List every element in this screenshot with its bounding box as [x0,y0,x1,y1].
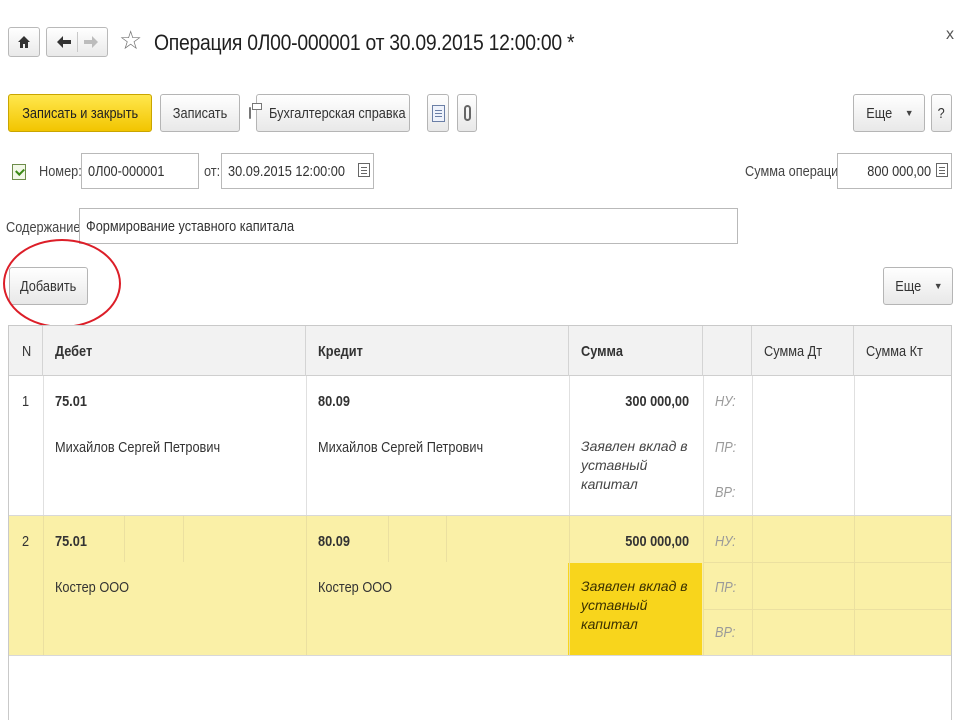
credit-subconto: Костер ООО [318,579,393,596]
arrow-left-icon[interactable] [56,36,71,48]
date-label: от: [204,163,221,180]
col-credit[interactable]: Кредит [306,326,569,376]
table-more-button[interactable]: Еще ▼ [883,267,953,305]
operation-sum-label: Сумма операции: [745,163,849,180]
col-sum-dt[interactable]: Сумма Дт [752,326,854,376]
calculator-icon[interactable] [936,163,948,177]
debit-subconto: Михайлов Сергей Петрович [55,439,221,456]
debit-subconto: Костер ООО [55,579,130,596]
tag-pr: ПР: [715,439,737,456]
amount: 500 000,00 [625,533,689,550]
save-and-close-button[interactable]: Записать и закрыть [8,94,152,132]
star-icon[interactable]: ☆ [119,27,142,53]
content-label: Содержание: [6,219,85,236]
add-row-button[interactable]: Добавить [9,267,88,305]
entries-table: N Дебет Кредит Сумма Сумма Дт Сумма Кт 1… [8,325,952,720]
paperclip-icon [463,105,471,121]
table-more-label: Еще [895,277,922,295]
tag-pr: ПР: [715,579,737,596]
row-number: 2 [22,533,30,550]
col-tax-tags[interactable] [703,326,752,376]
table-row[interactable]: 1 75.01 Михайлов Сергей Петрович 80.09 М… [9,376,951,516]
col-sum-kt[interactable]: Сумма Кт [854,326,951,376]
help-label: ? [937,104,946,122]
chevron-down-icon: ▼ [904,108,914,118]
printer-icon [248,103,262,119]
accounting-report-label: Бухгалтерская справка [268,104,406,122]
arrow-right-icon[interactable] [83,36,98,48]
calendar-icon[interactable] [358,163,370,177]
credit-account: 80.09 [318,393,350,410]
operation-sum-field[interactable]: 800 000,00 [837,153,952,189]
debit-account: 75.01 [55,393,87,410]
more-button[interactable]: Еще ▼ [853,94,925,132]
title-bar: ☆ Операция 0Л00-000001 от 30.09.2015 12:… [0,0,960,86]
close-icon[interactable]: x [946,26,954,44]
window-title: Операция 0Л00-000001 от 30.09.2015 12:00… [154,30,575,55]
posted-status-icon [12,164,26,180]
col-n[interactable]: N [9,326,43,376]
home-icon [18,36,30,48]
document-icon [431,104,445,122]
content-field[interactable]: Формирование уставного капитала [79,208,738,244]
date-field[interactable]: 30.09.2015 12:00:00 [221,153,374,189]
tag-nu: НУ: [715,533,736,550]
col-sum[interactable]: Сумма [569,326,703,376]
add-row-label: Добавить [20,277,77,295]
tag-nu: НУ: [715,393,736,410]
content-value: Формирование уставного капитала [86,217,295,235]
attachments-button[interactable] [457,94,477,132]
amount: 300 000,00 [625,393,689,410]
save-label: Записать [172,104,228,122]
credit-subconto: Михайлов Сергей Петрович [318,439,484,456]
operation-sum-value: 800 000,00 [867,162,931,180]
credit-account: 80.09 [318,533,350,550]
accounting-report-button[interactable]: Бухгалтерская справка [248,94,410,132]
structure-button[interactable] [427,94,449,132]
home-button[interactable] [8,27,40,57]
comment[interactable]: Заявлен вклад в уставный капитал [581,577,695,634]
number-field[interactable]: 0Л00-000001 [81,153,199,189]
save-and-close-label: Записать и закрыть [22,104,138,122]
history-nav [46,27,108,57]
table-row-selected[interactable]: 2 75.01 Костер ООО 80.09 Костер ООО 500 … [9,516,951,656]
table-header: N Дебет Кредит Сумма Сумма Дт Сумма Кт [9,326,951,376]
number-value: 0Л00-000001 [88,162,165,180]
tag-vr: ВР: [715,624,736,641]
chevron-down-icon: ▼ [933,281,943,291]
date-value: 30.09.2015 12:00:00 [228,162,345,180]
number-label: Номер: [39,163,82,180]
help-button[interactable]: ? [931,94,952,132]
more-label: Еще [866,104,893,122]
debit-account: 75.01 [55,533,87,550]
comment: Заявлен вклад в уставный капитал [581,438,688,492]
row-number: 1 [22,393,30,410]
save-button[interactable]: Записать [160,94,240,132]
tag-vr: ВР: [715,484,736,501]
col-debit[interactable]: Дебет [43,326,306,376]
